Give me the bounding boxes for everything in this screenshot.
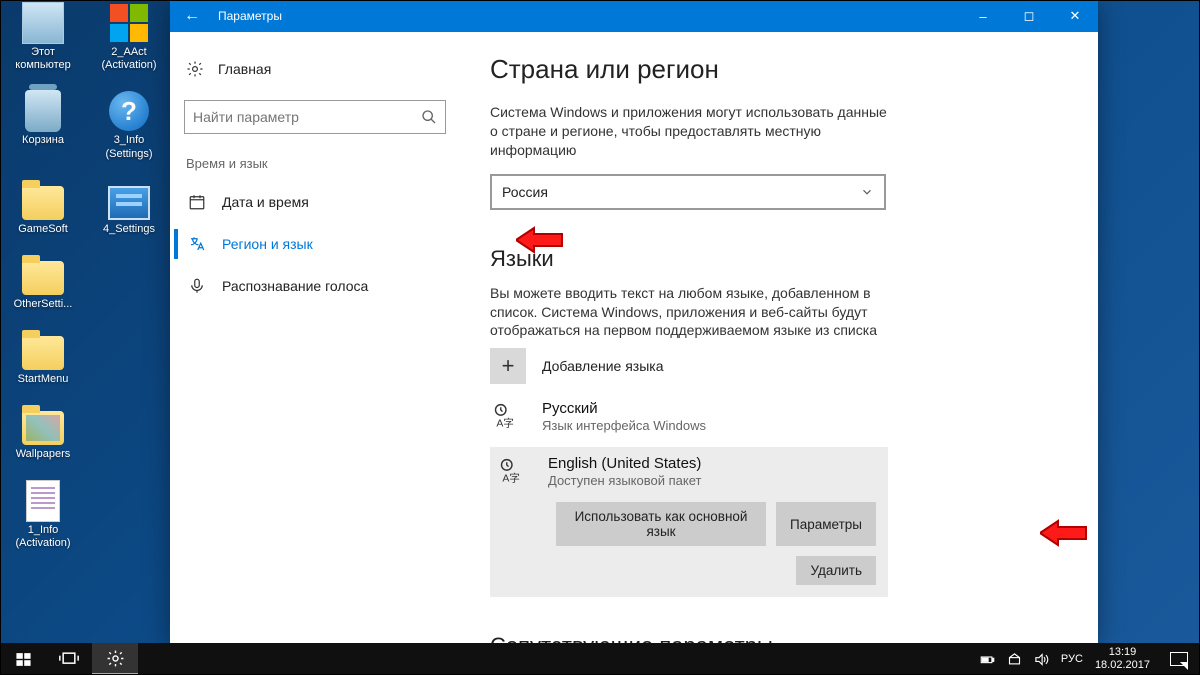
sidebar-item-region-language[interactable]: Регион и язык (174, 223, 456, 265)
desktop-icon-info-settings[interactable]: ?3_Info(Settings) (90, 90, 168, 160)
svg-text:A字: A字 (496, 417, 514, 430)
gear-icon (186, 60, 204, 78)
taskview-icon (59, 651, 79, 667)
window-title: Параметры (214, 9, 960, 23)
start-button[interactable] (0, 643, 46, 675)
desktop-icons: Этоткомпьютер 2_AAct(Activation) Корзина… (4, 2, 168, 550)
annotation-arrow-sidebar (516, 225, 564, 255)
gear-icon (106, 649, 125, 668)
remove-language-button[interactable]: Удалить (796, 556, 876, 585)
calendar-clock-icon (188, 193, 206, 211)
chevron-down-icon (860, 185, 874, 199)
search-icon (421, 109, 437, 125)
minimize-button[interactable]: – (960, 0, 1006, 32)
language-options-button[interactable]: Параметры (776, 502, 876, 546)
taskbar-app-settings[interactable] (92, 643, 138, 675)
sidebar-item-datetime[interactable]: Дата и время (174, 181, 456, 223)
clock[interactable]: 13:19 18.02.2017 (1095, 646, 1150, 671)
region-description: Система Windows и приложения могут испол… (490, 103, 890, 160)
titlebar: ← Параметры – ◻ ✕ (170, 0, 1098, 32)
desktop-icon-startmenu[interactable]: StartMenu (4, 329, 82, 386)
sidebar-home[interactable]: Главная (174, 52, 456, 86)
add-language-button[interactable]: + Добавление языка (490, 348, 888, 384)
heading-related: Сопутствующие параметры (490, 633, 1068, 643)
heading-region: Страна или регион (490, 54, 1068, 85)
region-dropdown[interactable]: Россия (490, 174, 886, 210)
desktop-icon-1info[interactable]: 1_Info(Activation) (4, 480, 82, 550)
languages-description: Вы можете вводить текст на любом языке, … (490, 284, 890, 341)
volume-icon[interactable] (1034, 652, 1049, 667)
notification-center-icon[interactable] (1170, 652, 1188, 666)
system-tray: РУС 13:19 18.02.2017 (980, 646, 1200, 671)
search-box[interactable] (184, 100, 446, 134)
network-icon[interactable] (1007, 652, 1022, 667)
windows-icon (15, 651, 32, 668)
svg-text:A字: A字 (502, 472, 520, 485)
maximize-button[interactable]: ◻ (1006, 0, 1052, 32)
back-button[interactable]: ← (170, 7, 214, 25)
heading-languages: Языки (490, 246, 1068, 272)
desktop-icon-gamesoft[interactable]: GameSoft (4, 179, 82, 236)
language-row-russian[interactable]: A字 Русский Язык интерфейса Windows (490, 392, 888, 443)
annotation-arrow-params (1040, 518, 1088, 548)
language-glyph-icon: A字 (498, 455, 532, 490)
search-input[interactable] (193, 109, 421, 125)
desktop-icon-wallpapers[interactable]: Wallpapers (4, 404, 82, 461)
language-glyph-icon: A字 (492, 400, 526, 435)
microphone-icon (188, 277, 206, 295)
language-row-english[interactable]: A字 English (United States) Доступен язык… (496, 455, 882, 490)
desktop-icon-recycle-bin[interactable]: Корзина (4, 90, 82, 160)
battery-icon[interactable] (980, 652, 995, 667)
desktop-icon-this-pc[interactable]: Этоткомпьютер (4, 2, 82, 72)
sidebar-item-speech[interactable]: Распознавание голоса (174, 265, 456, 307)
settings-window: ← Параметры – ◻ ✕ Главная Время и язык Д… (170, 0, 1098, 643)
language-row-english-selected: A字 English (United States) Доступен язык… (490, 447, 888, 597)
main-content: Страна или регион Система Windows и прил… (460, 32, 1098, 643)
desktop-icon-aact[interactable]: 2_AAct(Activation) (90, 2, 168, 72)
keyboard-layout[interactable]: РУС (1061, 653, 1083, 665)
set-default-language-button[interactable]: Использовать как основной язык (556, 502, 766, 546)
language-icon (188, 235, 206, 253)
close-button[interactable]: ✕ (1052, 0, 1098, 32)
sidebar-group-title: Время и язык (174, 134, 456, 181)
desktop-icon-othersettings[interactable]: OtherSetti... (4, 254, 82, 311)
desktop-icon-4settings[interactable]: 4_Settings (90, 179, 168, 236)
taskbar: РУС 13:19 18.02.2017 (0, 643, 1200, 675)
sidebar: Главная Время и язык Дата и время Регион… (170, 32, 460, 643)
taskview-button[interactable] (46, 643, 92, 675)
plus-icon: + (490, 348, 526, 384)
